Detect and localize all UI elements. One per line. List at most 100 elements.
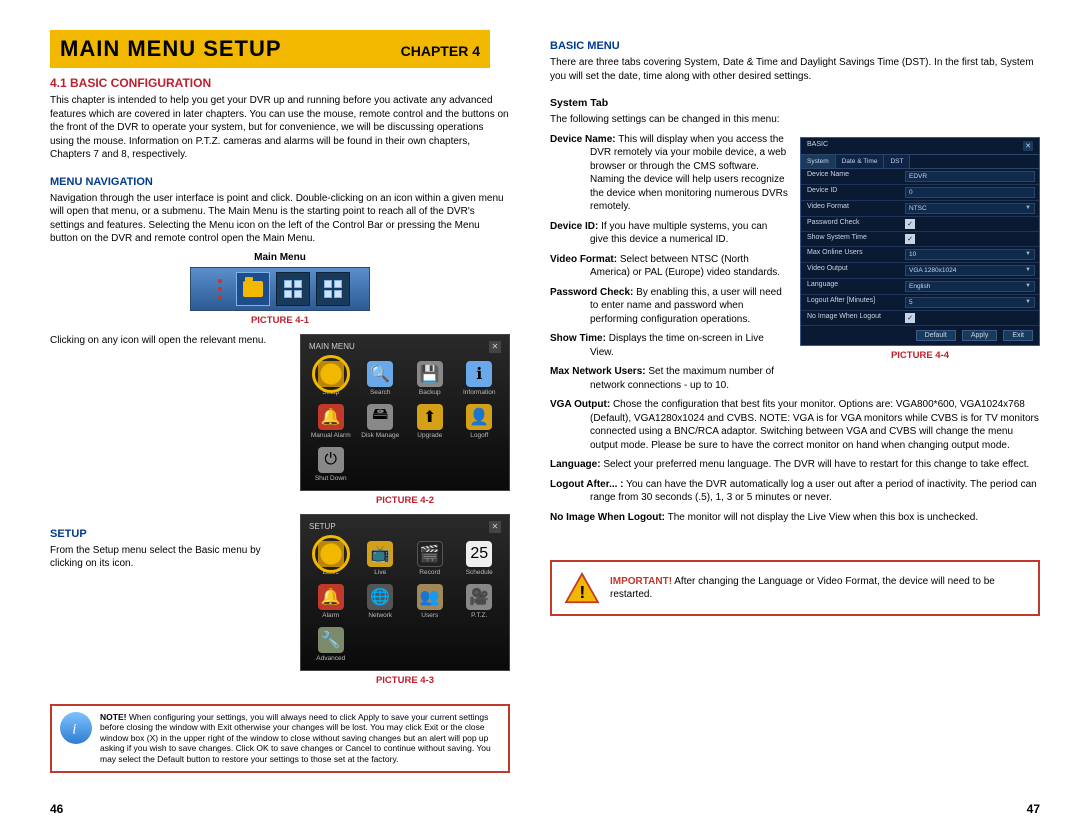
settings-row-key: Logout After [Minutes] (801, 295, 901, 310)
folder-icon (243, 281, 263, 297)
menu-navigation-text: Navigation through the user interface is… (50, 192, 510, 246)
settings-input: NTSC▼ (905, 203, 1035, 214)
settings-row-value: 0 (901, 185, 1039, 200)
main-menu-label: Main Menu (50, 252, 510, 263)
record-icon: 🎬 (417, 541, 443, 567)
settings-row-value: 5▼ (901, 295, 1039, 310)
settings-row-key: Video Output (801, 263, 901, 278)
shutdown-icon: ⏻ (318, 447, 344, 473)
settings-row-value: English▼ (901, 279, 1039, 294)
network-icon: 🌐 (367, 584, 393, 610)
chevron-down-icon: ▼ (1025, 205, 1031, 211)
settings-row-key: No Image When Logout (801, 311, 901, 325)
picture-4-1-toolbar (190, 267, 370, 311)
system-tab-heading: System Tab (550, 97, 1040, 109)
settings-input: English▼ (905, 281, 1035, 292)
picture-4-2-panel: MAIN MENU✕ Setup 🔍Search 💾Backup ℹInform… (300, 334, 510, 491)
picture-4-2-caption: PICTURE 4-2 (300, 495, 510, 506)
note-box: i NOTE! When configuring your settings, … (50, 704, 510, 773)
panel-title: BASIC (807, 141, 828, 151)
settings-row-key: Language (801, 279, 901, 294)
basic-menu-heading: BASIC MENU (550, 40, 1040, 52)
toolbar-grid-icon-2 (316, 272, 350, 306)
disk-manage-icon: 🖴 (367, 404, 393, 430)
chevron-down-icon: ▼ (1025, 267, 1031, 273)
tab-date-time: Date & Time (836, 155, 885, 168)
users-icon: 👥 (417, 584, 443, 610)
close-icon: ✕ (1023, 141, 1033, 151)
svg-text:i: i (72, 721, 76, 737)
search-icon: 🔍 (367, 361, 393, 387)
page-number-left: 46 (50, 802, 63, 816)
settings-row: Video Format NTSC▼ (801, 201, 1039, 217)
chevron-down-icon: ▼ (1025, 299, 1031, 305)
menu-item-label: Backup (419, 389, 441, 396)
menu-item-label: Alarm (322, 612, 339, 619)
menu-item-label: Schedule (466, 569, 493, 576)
settings-row-value: ✓ (901, 217, 1039, 231)
menu-item-label: Disk Manage (361, 432, 399, 439)
checkbox-icon: ✓ (905, 313, 915, 323)
picture-4-1-caption: PICTURE 4-1 (50, 315, 510, 326)
menu-item-label: Information (463, 389, 496, 396)
settings-row: Max Online Users10▼ (801, 247, 1039, 263)
settings-input: EDVR (905, 171, 1035, 182)
chevron-down-icon: ▼ (1025, 251, 1031, 257)
settings-row: Language English▼ (801, 279, 1039, 295)
important-text: IMPORTANT! After changing the Language o… (610, 575, 1026, 601)
settings-row: Device ID 0 (801, 185, 1039, 201)
picture-4-3-caption: PICTURE 4-3 (300, 675, 510, 686)
settings-row: Password Check ✓ (801, 217, 1039, 232)
logoff-icon: 👤 (466, 404, 492, 430)
settings-row-value: ✓ (901, 232, 1039, 246)
toolbar-indicator-dots (210, 271, 230, 307)
settings-row-value: NTSC▼ (901, 201, 1039, 216)
settings-row-value: 10▼ (901, 247, 1039, 262)
live-icon: 📺 (367, 541, 393, 567)
settings-row: Show System Time✓ (801, 232, 1039, 247)
menu-item-label: Users (421, 612, 438, 619)
settings-row-key: Video Format (801, 201, 901, 216)
setup-panel-title: SETUP (309, 522, 336, 531)
default-button: Default (916, 330, 956, 341)
toolbar-menu-icon (236, 272, 270, 306)
click-any-icon-text: Clicking on any icon will open the relev… (50, 334, 286, 348)
setup-icon (318, 361, 344, 387)
settings-row-value: ✓ (901, 311, 1039, 325)
main-menu-panel-title: MAIN MENU (309, 342, 355, 351)
setup-heading: SETUP (50, 528, 286, 540)
menu-navigation-heading: MENU NAVIGATION (50, 176, 510, 188)
toolbar-grid-icon-1 (276, 272, 310, 306)
settings-input: 5▼ (905, 297, 1035, 308)
menu-item-label: P.T.Z. (471, 612, 487, 619)
settings-input: 0 (905, 187, 1035, 198)
page-number-right: 47 (1027, 802, 1040, 816)
chapter-number: CHAPTER 4 (401, 43, 480, 59)
menu-item-label: Network (368, 612, 392, 619)
close-icon: ✕ (489, 521, 501, 533)
picture-4-4-container: BASIC ✕ System Date & Time DST Device Nam… (800, 137, 1040, 369)
menu-item-label: Advanced (316, 655, 345, 662)
close-icon: ✕ (489, 341, 501, 353)
checkbox-icon: ✓ (905, 219, 915, 229)
settings-row: Logout After [Minutes] 5▼ (801, 295, 1039, 311)
settings-input: VGA 1280x1024▼ (905, 265, 1035, 276)
settings-row: Video Output VGA 1280x1024▼ (801, 263, 1039, 279)
manual-alarm-icon: 🔔 (318, 404, 344, 430)
settings-row-key: Password Check (801, 217, 901, 231)
basic-settings-panel: BASIC ✕ System Date & Time DST Device Nam… (800, 137, 1040, 346)
chapter-title: MAIN MENU SETUP (60, 36, 282, 62)
ptz-icon: 🎥 (466, 584, 492, 610)
settings-row: Device NameEDVR (801, 169, 1039, 185)
chevron-down-icon: ▼ (1025, 283, 1031, 289)
tab-system: System (801, 155, 836, 168)
basic-menu-text: There are three tabs covering System, Da… (550, 56, 1040, 83)
menu-item-label: Logoff (470, 432, 488, 439)
note-text: NOTE! When configuring your settings, yo… (100, 712, 500, 765)
picture-4-4-caption: PICTURE 4-4 (800, 350, 1040, 361)
settings-tabs: System Date & Time DST (801, 155, 1039, 169)
menu-item-label: Record (419, 569, 440, 576)
intro-paragraph: This chapter is intended to help you get… (50, 94, 510, 162)
settings-row-key: Device ID (801, 185, 901, 200)
setup-text: From the Setup menu select the Basic men… (50, 544, 286, 571)
